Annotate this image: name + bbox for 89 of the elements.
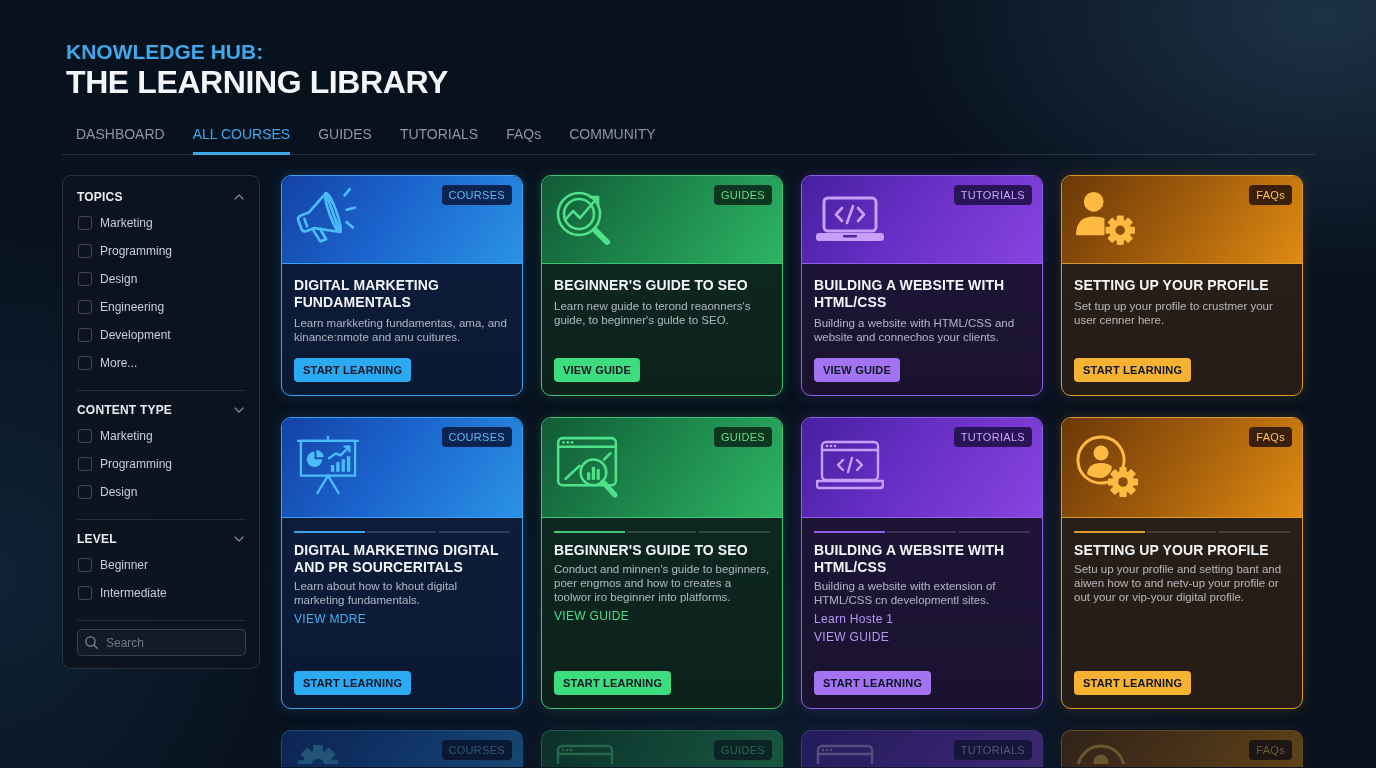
card-description: Learn about how to khout digital marketing fundamentals. — [294, 579, 459, 607]
checkbox[interactable] — [78, 300, 92, 314]
card-button[interactable]: VIEW GUIDE — [554, 358, 640, 382]
browser-window-icon — [816, 744, 874, 764]
card-title: SETTING UP YOUR PROFILE — [1074, 542, 1269, 559]
category-badge: GUIDES — [714, 427, 772, 447]
category-badge: GUIDES — [714, 185, 772, 205]
person-gear-icon — [1076, 191, 1136, 246]
card-button[interactable]: START LEARNING — [294, 671, 412, 695]
card-description: Learn markketing fundamentas, ama, and kinance:nmote and anu cuitures. — [294, 316, 508, 344]
chevron-up-icon[interactable] — [234, 194, 244, 200]
laptop-browser-icon — [816, 440, 884, 490]
card-title: DIGITAL MARKETING FUNDAMENTALS — [294, 277, 441, 311]
category-badge: TUTORIALS — [953, 740, 1032, 760]
card-description: Building a website with extension of HTML/CSS cn developmentl sites. — [814, 579, 997, 607]
card-title: DIGITAL MARKETING DIGITAL AND PR SOURCERITALS — [294, 542, 500, 576]
checkbox-label: More... — [100, 356, 138, 370]
checkbox[interactable] — [78, 244, 92, 258]
category-badge: TUTORIALS — [953, 185, 1032, 205]
checkbox-label: Programming — [100, 457, 173, 471]
page-eyebrow: KNOWLEDGE HUB: — [66, 40, 265, 64]
card-link[interactable]: Learn Hoste 1 — [814, 612, 894, 626]
nav-tab[interactable]: ALL COURSES — [192, 122, 291, 155]
laptop-code-icon — [816, 196, 884, 242]
card-link[interactable]: VIEW GUIDE — [814, 630, 889, 644]
checkbox[interactable] — [78, 457, 92, 471]
category-badge: GUIDES — [714, 740, 772, 760]
browser-window-icon — [556, 744, 614, 764]
checkbox-label: Design — [100, 485, 138, 499]
card-button[interactable]: VIEW GUIDE — [814, 358, 900, 382]
checkbox-label: Intermediate — [100, 586, 167, 600]
card-description: Conduct and minnen’s guide to beginners, poer engmos and how to creates a toolwor iro beginner into platforms. — [554, 562, 770, 604]
card-button[interactable]: START LEARNING — [554, 671, 672, 695]
card-description: Setu up your profile and setting bant and aiwen how to and netv-up your profile or out your or vip-your digital profile. — [1074, 562, 1283, 604]
card-title: BEGINNER'S GUIDE TO SEO — [554, 542, 748, 559]
chevron-down-icon[interactable] — [234, 407, 244, 413]
browser-magnifier-icon — [556, 436, 618, 498]
megaphone-icon — [296, 187, 358, 245]
category-badge: COURSES — [441, 740, 512, 760]
checkbox-label: Development — [100, 328, 171, 342]
checkbox[interactable] — [78, 272, 92, 286]
nav-tab[interactable]: TUTORIALS — [399, 122, 479, 155]
card-title: BUILDING A WEBSITE WITH HTML/CSS — [814, 542, 1006, 576]
checkbox[interactable] — [78, 429, 92, 443]
category-badge: FAQs — [1249, 427, 1292, 447]
category-badge: COURSES — [441, 427, 512, 447]
checkbox[interactable] — [78, 328, 92, 342]
card-link[interactable]: VIEW MDRE — [294, 612, 367, 626]
checkbox[interactable] — [78, 558, 92, 572]
category-badge: COURSES — [441, 185, 512, 205]
checkbox-label: Design — [100, 272, 138, 286]
checkbox[interactable] — [78, 216, 92, 230]
search-icon — [85, 636, 98, 649]
card-button[interactable]: START LEARNING — [814, 671, 932, 695]
card-description: Learn new guide to terond reaonners's guide, to beginner's gulde to SEO. — [554, 299, 752, 327]
nav-tab[interactable]: GUIDES — [318, 122, 372, 155]
card-button[interactable]: START LEARNING — [294, 358, 412, 382]
card-description: Set tup up your profile to crustmer your user cenner here. — [1074, 299, 1274, 327]
checkbox[interactable] — [78, 586, 92, 600]
nav-tab[interactable]: COMMUNITY — [569, 122, 656, 155]
page-title: THE LEARNING LIBRARY — [66, 64, 449, 100]
checkbox[interactable] — [78, 356, 92, 370]
card-title: BUILDING A WEBSITE WITH HTML/CSS — [814, 277, 1006, 311]
filter-section-title: TOPICS — [77, 190, 123, 204]
checkbox-label: Marketing — [100, 429, 153, 443]
nav-tab[interactable]: DASHBOARD — [76, 122, 165, 155]
checkbox[interactable] — [78, 485, 92, 499]
trend-magnifier-icon — [556, 191, 612, 247]
chevron-down-icon[interactable] — [234, 536, 244, 542]
checkbox-label: Engineering — [100, 300, 165, 314]
presentation-chart-icon — [296, 435, 360, 495]
checkbox-label: Marketing — [100, 216, 153, 230]
category-badge: TUTORIALS — [953, 427, 1032, 447]
filter-section-title: CONTENT TYPE — [77, 403, 173, 417]
user-circle-gear-icon — [1076, 435, 1140, 499]
card-description: Building a website with HTML/CSS and website and connechos your clients. — [814, 316, 1016, 344]
category-badge: FAQs — [1249, 185, 1292, 205]
checkbox-label: Programming — [100, 244, 173, 258]
card-title: BEGINNER'S GUIDE TO SEO — [554, 277, 748, 294]
card-button[interactable]: START LEARNING — [1074, 358, 1192, 382]
checkbox-label: Beginner — [100, 558, 149, 572]
card-title: SETTING UP YOUR PROFILE — [1074, 277, 1269, 294]
gear-icon — [296, 744, 340, 764]
filter-section-title: LEVEL — [77, 532, 117, 546]
card-button[interactable]: START LEARNING — [1074, 671, 1192, 695]
nav-tab[interactable]: FAQs — [506, 122, 542, 155]
category-badge: FAQs — [1249, 740, 1292, 760]
user-circle-icon — [1076, 744, 1126, 764]
card-link[interactable]: VIEW GUIDE — [554, 609, 629, 623]
